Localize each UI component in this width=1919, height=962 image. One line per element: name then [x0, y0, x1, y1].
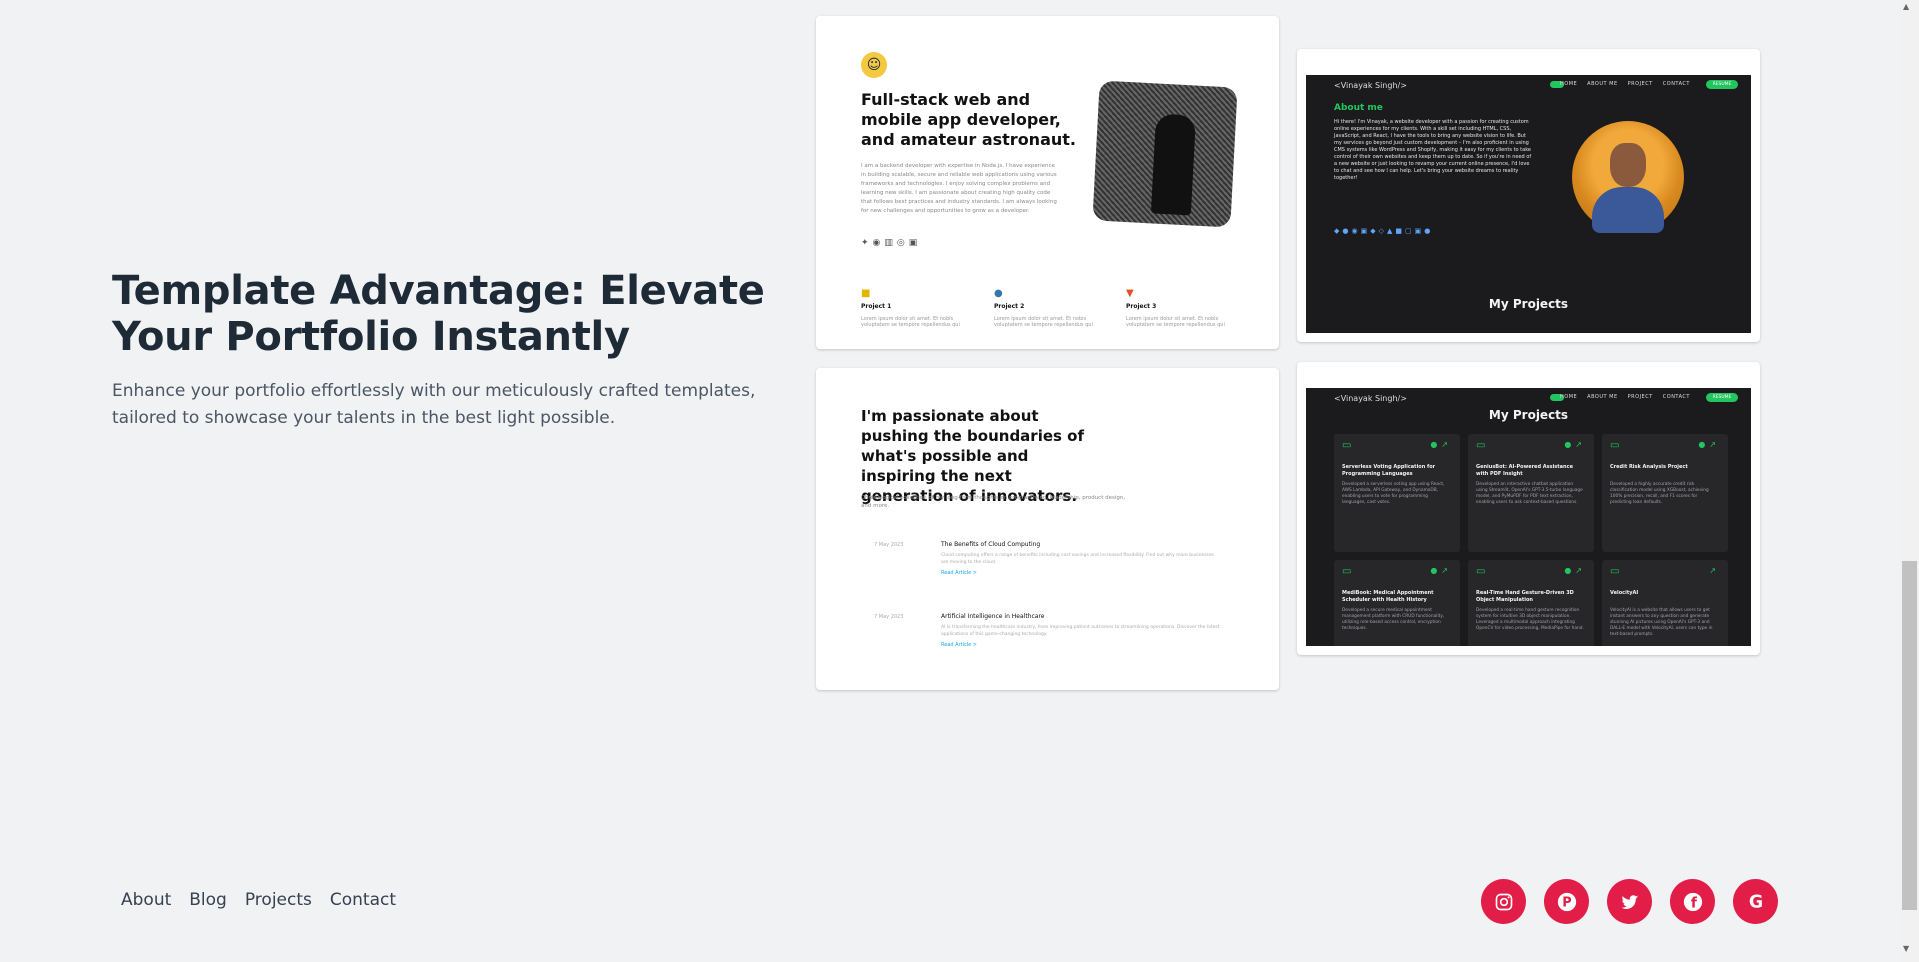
project-card: ▭ ●↗ MediBook: Medical Appointment Schedu… — [1334, 560, 1460, 646]
hero-subtitle: Enhance your portfolio effortlessly with… — [112, 381, 756, 428]
template-screenshot-1: ☺ Full-stack web and mobile app develope… — [826, 42, 1269, 332]
folder-icon: ▭ — [1610, 440, 1620, 451]
article-text: AI is transforming the healthcare indust… — [941, 625, 1220, 637]
github-icon: ●↗ — [1564, 440, 1586, 449]
template-preview-card-4[interactable]: <Vinayak Singh/> HOME ABOUT ME PROJECT CONT… — [1297, 362, 1760, 655]
footer-link-projects[interactable]: Projects — [245, 890, 312, 910]
preview-navbar: <Vinayak Singh/> HOME ABOUT ME PROJECT CONT… — [1306, 388, 1751, 406]
template-screenshot-3: I'm passionate about pushing the boundar… — [826, 394, 1269, 684]
template-screenshot-2: <Vinayak Singh/> HOME ABOUT ME PROJECT CONT… — [1306, 75, 1751, 333]
preview-headline: I'm passionate about pushing the boundar… — [861, 407, 1085, 505]
folder-icon: ▭ — [1342, 566, 1352, 577]
article-text: Cloud computing offers a range of benefi… — [941, 553, 1215, 565]
folder-icon: ▭ — [1342, 440, 1352, 451]
skills-icons-row: ◆●◉▣◆◇▲■▢▣● — [1334, 227, 1434, 235]
hero-section: Template Advantage: Elevate Your Portfol… — [112, 268, 772, 432]
instagram-icon[interactable] — [1481, 879, 1526, 924]
preview-headline: Full-stack web and mobile app developer,… — [861, 90, 1076, 149]
svg-text:P: P — [1562, 895, 1571, 910]
external-link-icon: ↗ — [1709, 566, 1720, 575]
footer-nav: About Blog Projects Contact — [121, 890, 396, 910]
folder-icon: ▭ — [1610, 566, 1620, 577]
project-item: ■ Project 1 Lorem ipsum dolor sit amet. … — [861, 288, 971, 328]
folder-icon: ▭ — [1476, 566, 1486, 577]
project-item: ● Project 2 Lorem ipsum dolor sit amet. … — [994, 288, 1104, 328]
template-screenshot-4: <Vinayak Singh/> HOME ABOUT ME PROJECT CONT… — [1306, 388, 1751, 646]
github-icon: ●↗ — [1430, 440, 1452, 449]
my-projects-heading: My Projects — [1488, 408, 1569, 422]
article-date: 7 May 2023 — [874, 614, 904, 620]
social-icons-row: ✦◉▥◎▣ — [861, 238, 922, 248]
html-icon: ▼ — [1126, 288, 1134, 299]
template-preview-card-2[interactable]: <Vinayak Singh/> HOME ABOUT ME PROJECT CONT… — [1297, 49, 1760, 342]
project-card: ▭ ●↗ GeniusBot: AI-Powered Assistance wit… — [1468, 434, 1594, 552]
github-icon: ●↗ — [1564, 566, 1586, 575]
profile-portrait — [1572, 121, 1684, 233]
scroll-down-icon[interactable]: ▼ — [1903, 944, 1909, 953]
github-icon: ●↗ — [1430, 566, 1452, 575]
hero-title: Template Advantage: Elevate Your Portfol… — [112, 268, 765, 360]
footer-link-about[interactable]: About — [121, 890, 171, 910]
social-links: P f G — [1481, 879, 1778, 924]
twitter-icon[interactable] — [1607, 879, 1652, 924]
article-title: Artificial Intelligence in Healthcare — [941, 613, 1045, 620]
profile-photo — [1092, 80, 1238, 228]
project-item: ▼ Project 3 Lorem ipsum dolor sit amet. … — [1126, 288, 1236, 328]
about-title: About me — [1334, 103, 1383, 113]
project-card: ▭ ●↗ Credit Risk Analysis Project Develope… — [1602, 434, 1728, 552]
article-title: The Benefits of Cloud Computing — [941, 541, 1041, 548]
python-icon: ● — [994, 288, 1003, 299]
template-preview-card-1[interactable]: ☺ Full-stack web and mobile app develope… — [816, 16, 1279, 349]
pinterest-icon[interactable]: P — [1544, 879, 1589, 924]
project-card: ▭ ●↗ Real-Time Hand Gesture-Driven 3D Obj… — [1468, 560, 1594, 646]
github-icon: ●↗ — [1698, 440, 1720, 449]
footer-link-contact[interactable]: Contact — [330, 890, 396, 910]
facebook-icon[interactable]: f — [1670, 879, 1715, 924]
my-projects-heading: My Projects — [1488, 297, 1569, 311]
template-preview-card-3[interactable]: I'm passionate about pushing the boundar… — [816, 368, 1279, 690]
article-link: Read Article > — [941, 642, 977, 648]
preview-body: I am a backend developer with expertise … — [861, 163, 1057, 214]
scrollbar-thumb[interactable] — [1902, 561, 1917, 910]
footer-link-blog[interactable]: Blog — [189, 890, 227, 910]
preview-sub: Chronological collection of my long-form… — [861, 495, 1126, 509]
google-icon[interactable]: G — [1733, 879, 1778, 924]
article-link: Read Article > — [941, 570, 977, 576]
article-date: 7 May 2023 — [874, 542, 904, 548]
project-card: ▭ ↗ VelocityAI VelocityAI is a website tha… — [1602, 560, 1728, 646]
project-card: ▭ ●↗ Serverless Voting Application for Pr… — [1334, 434, 1460, 552]
svg-text:f: f — [1690, 895, 1697, 911]
svg-text:G: G — [1748, 892, 1762, 912]
folder-icon: ▭ — [1476, 440, 1486, 451]
about-text: Hi there! I'm Vinayak, a website develop… — [1334, 119, 1532, 181]
project-icon: ■ — [861, 288, 871, 299]
scroll-up-icon[interactable]: ▲ — [1903, 2, 1909, 11]
preview-navbar: <Vinayak Singh/> HOME ABOUT ME PROJECT CONT… — [1306, 75, 1751, 93]
avatar: ☺ — [861, 52, 887, 78]
